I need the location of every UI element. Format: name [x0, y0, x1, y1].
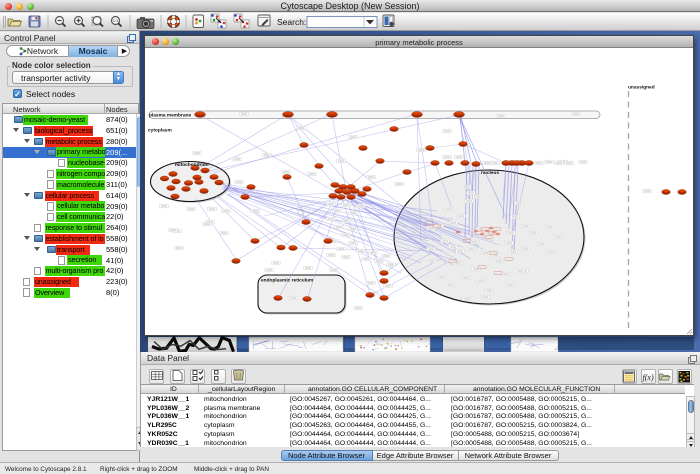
svg-text:1:1: 1:1 [113, 18, 119, 23]
svg-text:mitochondrion: mitochondrion [175, 162, 209, 168]
svg-text:nucleus: nucleus [481, 170, 499, 176]
svg-text:plasma membrane: plasma membrane [149, 112, 191, 118]
svg-text:endoplasmic reticulum: endoplasmic reticulum [261, 278, 313, 284]
svg-text:f(x): f(x) [643, 373, 654, 382]
svg-text:cytoplasm: cytoplasm [148, 128, 172, 134]
svg-text:Search:: Search: [277, 17, 306, 27]
svg-text:unassigned: unassigned [628, 85, 655, 91]
